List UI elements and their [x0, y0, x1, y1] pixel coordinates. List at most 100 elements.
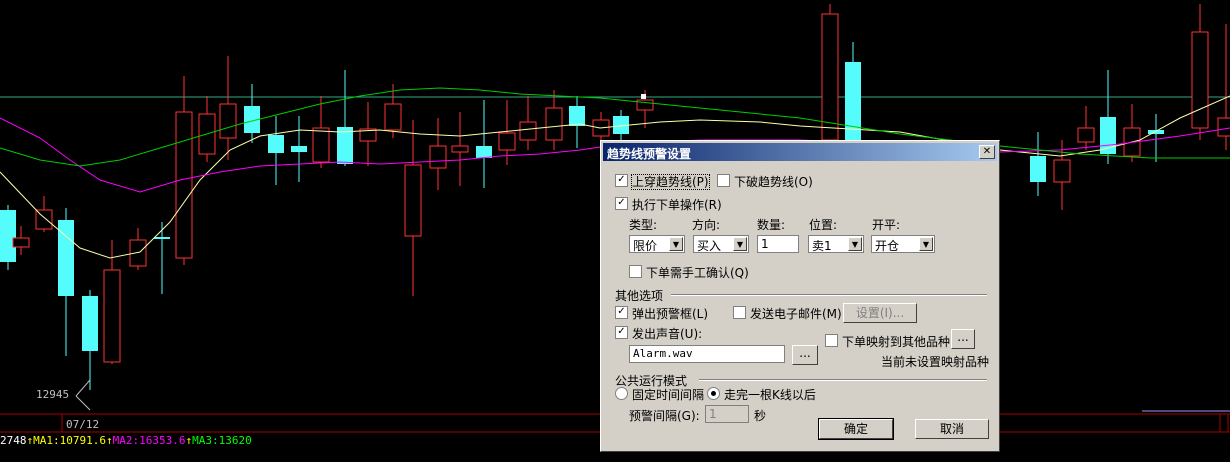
chevron-down-icon: ▼ — [669, 237, 683, 251]
order-type-select[interactable]: 限价 ▼ — [629, 235, 685, 253]
sound-check-icon: ✓ — [615, 326, 628, 339]
exec-order-checkbox[interactable]: ✓ 执行下单操作(R) — [615, 196, 722, 213]
order-open-close-select[interactable]: 开仓 ▼ — [871, 235, 935, 253]
after-kline-label: 走完一根K线以后 — [724, 388, 816, 402]
candle-body — [291, 146, 307, 152]
after-kline-radio-icon — [707, 387, 720, 400]
exec-order-label: 执行下单操作(R) — [632, 198, 722, 212]
candle-body — [821, 13, 839, 141]
map-label: 下单映射到其他品种 — [842, 335, 951, 349]
cross-up-check-icon: ✓ — [615, 174, 628, 187]
order-position-value: 卖1 — [812, 239, 832, 253]
low-indicator-line — [75, 395, 91, 411]
sound-browse-button[interactable]: ... — [792, 345, 818, 365]
candle-body — [569, 106, 585, 126]
candle-body — [476, 146, 492, 158]
sound-label: 发出声音(U): — [632, 327, 703, 341]
candle-body — [1053, 159, 1071, 183]
candle-body — [1077, 127, 1095, 143]
order-direction-select[interactable]: 买入 ▼ — [693, 235, 749, 253]
sound-checkbox[interactable]: ✓ 发出声音(U): — [615, 325, 702, 342]
other-options-title: 其他选项 — [615, 289, 664, 303]
candle-body — [219, 103, 237, 139]
candle-body — [154, 237, 170, 239]
break-down-label: 下破趋势线(O) — [734, 175, 813, 189]
chevron-down-icon: ▼ — [733, 237, 747, 251]
group-divider — [699, 379, 987, 381]
candle-body — [1217, 117, 1230, 137]
low-price-label: 12945 — [36, 388, 70, 401]
moving-average-bar: 2748↑MA1:10791.6↑MA2:16353.6↑MA3:13620 — [0, 434, 252, 447]
order-open-close-label: 开平: — [872, 218, 901, 232]
group-divider — [671, 294, 987, 296]
close-button[interactable]: ✕ — [979, 145, 995, 159]
ma-prefix-value: 2748 — [0, 434, 27, 447]
trendline-alert-dialog: 趋势线预警设置 ✕ ✓ 上穿趋势线(P) 下破趋势线(O) ✓ 执行下单操作(R) … — [600, 140, 1000, 452]
candle-body — [268, 135, 284, 153]
sound-file-input[interactable]: Alarm.wav — [629, 345, 785, 363]
interval-label: 预警间隔(G): — [629, 409, 700, 423]
map-check-icon — [825, 334, 838, 347]
break-down-checkbox[interactable]: 下破趋势线(O) — [717, 173, 813, 190]
candle-body — [545, 107, 563, 141]
date-axis-label: 07/12 — [66, 418, 100, 431]
ma3-value: MA3:13620 — [192, 434, 252, 447]
candle-body — [129, 239, 147, 267]
candle-body — [1030, 156, 1046, 182]
candle-body — [312, 127, 330, 163]
order-type-value: 限价 — [633, 239, 658, 253]
order-open-close-value: 开仓 — [875, 239, 900, 253]
candle-body — [1148, 130, 1164, 134]
ok-button[interactable]: 确定 — [818, 418, 894, 440]
exec-order-check-icon: ✓ — [615, 197, 628, 210]
chevron-down-icon: ▼ — [919, 237, 933, 251]
order-position-label: 位置: — [809, 218, 838, 232]
cross-up-label: 上穿趋势线(P) — [631, 174, 710, 190]
popup-checkbox[interactable]: ✓ 弹出预警框(L) — [615, 305, 708, 322]
low-indicator-line — [75, 379, 91, 397]
order-direction-value: 买入 — [697, 239, 722, 253]
cross-up-checkbox[interactable]: ✓ 上穿趋势线(P) — [615, 173, 710, 190]
candle-body — [429, 145, 447, 169]
candle-body — [519, 121, 537, 141]
map-browse-button[interactable]: ... — [951, 329, 975, 349]
right-marker-box — [1219, 413, 1229, 433]
map-checkbox[interactable]: 下单映射到其他品种 — [825, 333, 950, 350]
chevron-down-icon: ▼ — [848, 237, 862, 251]
order-position-select[interactable]: 卖1 ▼ — [808, 235, 864, 253]
order-qty-input[interactable]: 1 — [757, 235, 799, 253]
order-qty-label: 数量: — [757, 218, 786, 232]
ma1-value: MA1:10791.6 — [33, 434, 106, 447]
candle-body — [175, 111, 193, 259]
candle-body — [103, 269, 121, 363]
up-arrow-icon: ↑ — [105, 434, 113, 447]
candle-body — [1191, 31, 1209, 129]
manual-confirm-label: 下单需手工确认(Q) — [646, 266, 749, 280]
email-label: 发送电子邮件(M) — [750, 307, 842, 321]
dialog-title: 趋势线预警设置 — [607, 147, 692, 161]
email-check-icon — [733, 306, 746, 319]
candle-body — [451, 145, 469, 153]
fixed-interval-radio[interactable]: 固定时间间隔 — [615, 386, 704, 403]
manual-confirm-check-icon — [629, 265, 642, 278]
manual-confirm-checkbox[interactable]: 下单需手工确认(Q) — [629, 264, 749, 281]
fixed-interval-radio-icon — [615, 387, 628, 400]
order-type-label: 类型: — [629, 218, 658, 232]
email-checkbox[interactable]: 发送电子邮件(M) — [733, 305, 842, 322]
interval-input[interactable]: 1 — [705, 405, 749, 423]
popup-check-icon: ✓ — [615, 306, 628, 319]
candle-body — [82, 296, 98, 351]
fixed-interval-label: 固定时间间隔 — [632, 388, 705, 402]
cancel-button[interactable]: 取消 — [915, 419, 989, 439]
interval-unit: 秒 — [754, 409, 767, 423]
popup-label: 弹出预警框(L) — [632, 307, 709, 321]
ma2-value: MA2:16353.6 — [112, 434, 186, 447]
break-down-check-icon — [717, 174, 730, 187]
order-direction-label: 方向: — [692, 218, 721, 232]
candle-body — [384, 103, 402, 131]
candle-body — [498, 132, 516, 151]
dialog-titlebar[interactable]: 趋势线预警设置 ✕ — [603, 143, 997, 161]
email-settings-button[interactable]: 设置(I)... — [843, 303, 917, 323]
after-kline-radio[interactable]: 走完一根K线以后 — [707, 386, 816, 403]
candle-body — [12, 237, 30, 248]
